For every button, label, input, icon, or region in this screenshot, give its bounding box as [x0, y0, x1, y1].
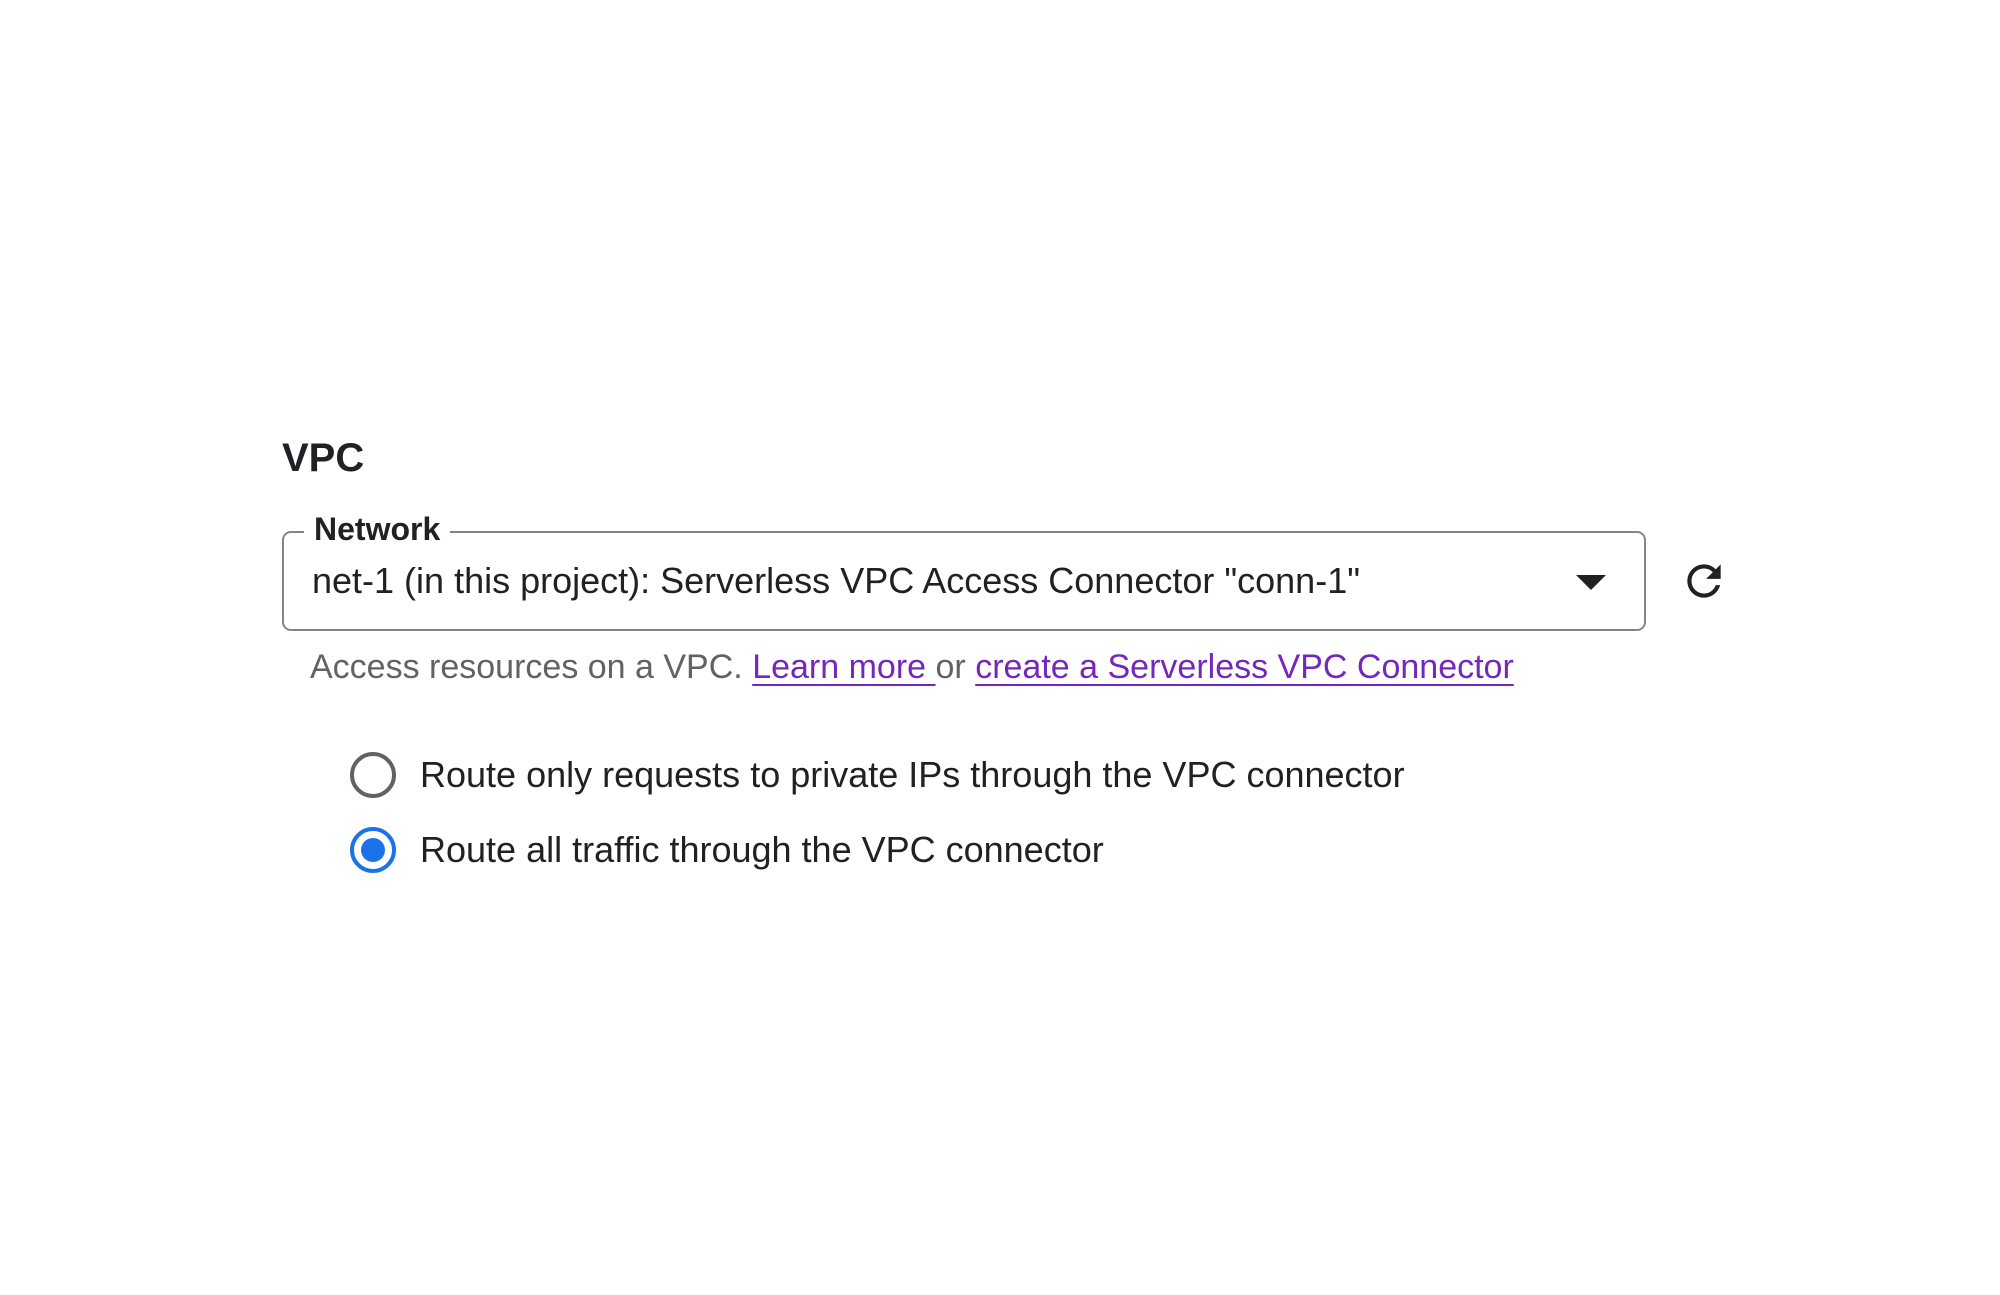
network-select[interactable]: Network net-1 (in this project): Serverl…: [282, 507, 1646, 631]
helper-description: Access resources on a VPC.: [310, 648, 753, 686]
network-field-label: Network: [304, 507, 451, 551]
arrow-drop-down-icon: [1576, 575, 1606, 590]
helper-or: or: [935, 648, 976, 686]
learn-more-link[interactable]: Learn more: [752, 648, 935, 686]
network-selected-value: net-1 (in this project): Serverless VPC …: [312, 560, 1360, 601]
radio-option-private-ips[interactable]: Route only requests to private IPs throu…: [350, 745, 1405, 805]
refresh-button[interactable]: [1676, 553, 1732, 609]
radio-label-all-traffic: Route all traffic through the VPC connec…: [420, 829, 1104, 870]
radio-button-unchecked[interactable]: [350, 752, 396, 798]
radio-button-checked[interactable]: [350, 827, 396, 873]
refresh-icon: [1687, 564, 1721, 598]
radio-option-all-traffic[interactable]: Route all traffic through the VPC connec…: [350, 820, 1104, 880]
create-connector-link[interactable]: create a Serverless VPC Connector: [975, 648, 1514, 686]
radio-label-private-ips: Route only requests to private IPs throu…: [420, 754, 1405, 795]
section-title: VPC: [282, 436, 365, 480]
network-helper-text: Access resources on a VPC. Learn more or…: [310, 643, 1514, 691]
